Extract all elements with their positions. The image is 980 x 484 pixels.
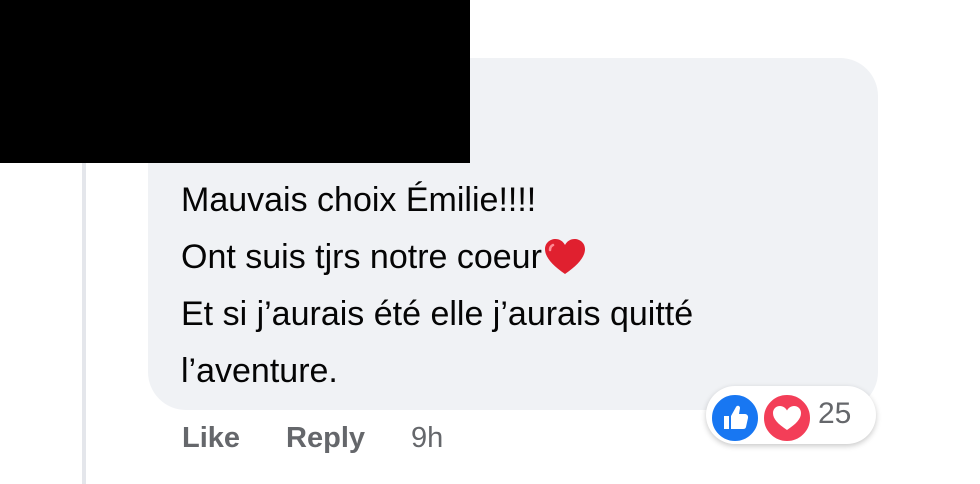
comment-line: Mauvais choix Émilie!!!! (181, 181, 537, 219)
comment-actions: Like Reply 9h (182, 418, 443, 458)
redacted-author-block (0, 0, 470, 163)
comment-timestamp[interactable]: 9h (411, 422, 443, 455)
comment-line: Et si j’aurais été elle j’aurais quitté (181, 295, 694, 333)
reply-button[interactable]: Reply (286, 422, 365, 455)
love-reaction-icon (761, 392, 813, 444)
thread-line (82, 160, 86, 484)
like-reaction-icon (709, 392, 761, 444)
comment-container: Mauvais choix Émilie!!!! Ont suis tjrs n… (0, 0, 980, 484)
comment-line: Ont suis tjrs notre coeur (181, 238, 542, 276)
reaction-count: 25 (818, 397, 852, 430)
comment-line-with-emoji: Ont suis tjrs notre coeur (181, 229, 861, 286)
reactions-summary[interactable]: 25 (706, 386, 876, 444)
comment-text: Mauvais choix Émilie!!!! Ont suis tjrs n… (181, 172, 861, 400)
heart-emoji-icon (544, 239, 585, 274)
like-button[interactable]: Like (182, 422, 240, 455)
